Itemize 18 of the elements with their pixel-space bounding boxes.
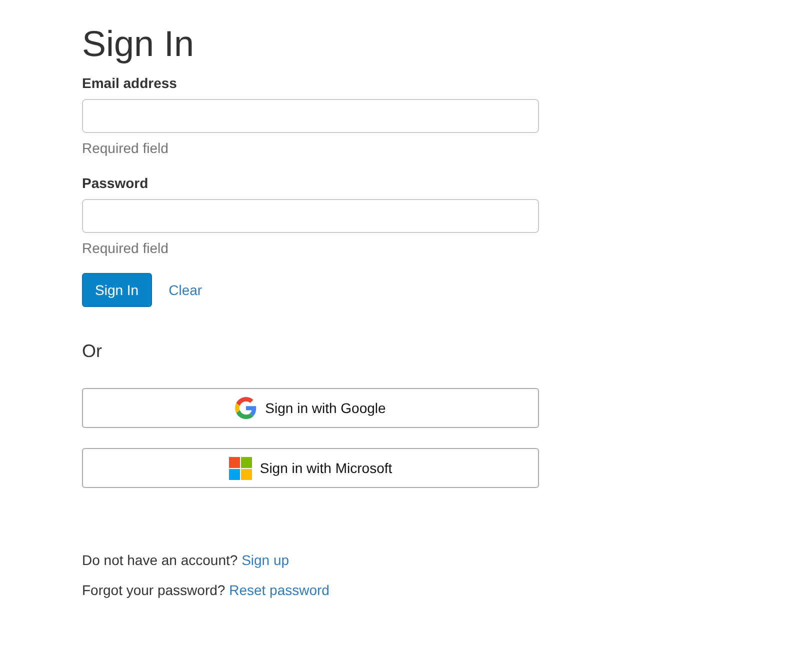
field-label: Password	[82, 174, 150, 192]
footer-prompt: Forgot your password? Reset password	[82, 582, 330, 598]
provider-sign-in-button[interactable]: Sign in with Google	[82, 388, 539, 428]
password-field[interactable]	[82, 199, 539, 233]
or-divider-text: Or	[82, 341, 103, 361]
provider-sign-in-button[interactable]: Sign in with Microsoft	[82, 448, 539, 488]
google-logo-icon	[235, 397, 258, 419]
page-title: Sign In	[82, 24, 196, 64]
clear-link[interactable]: Clear	[168, 282, 202, 298]
field-label: Email address	[82, 74, 178, 92]
help-text: Required field	[82, 140, 170, 157]
footer-prompt: Do not have an account? Sign up	[82, 552, 290, 568]
email-field[interactable]	[82, 99, 539, 133]
sign-in-button[interactable]: Sign In	[82, 273, 152, 307]
help-text: Required field	[82, 240, 170, 257]
sign-up-link[interactable]: Sign up	[242, 552, 290, 568]
microsoft-logo-icon	[228, 456, 252, 480]
reset-password-link[interactable]: Reset password	[229, 582, 330, 598]
